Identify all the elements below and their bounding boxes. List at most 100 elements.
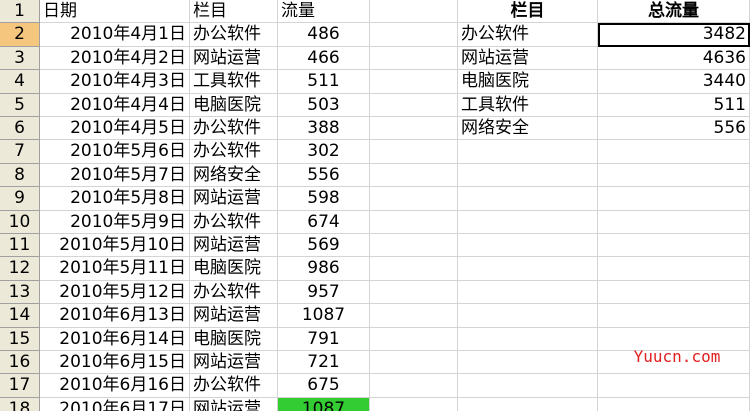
empty-cell[interactable] (370, 257, 458, 281)
summary-total-cell[interactable]: 556 (598, 117, 750, 141)
category-cell[interactable]: 网站运营 (190, 351, 278, 375)
empty-cell[interactable] (370, 140, 458, 164)
empty-cell[interactable] (598, 210, 750, 234)
empty-cell[interactable] (458, 327, 598, 351)
empty-cell[interactable] (598, 397, 750, 411)
traffic-cell[interactable]: 503 (278, 93, 370, 117)
row-header[interactable]: 6 (0, 117, 40, 141)
category-cell[interactable]: 网站运营 (190, 397, 278, 411)
empty-cell[interactable] (458, 397, 598, 411)
empty-cell[interactable] (598, 140, 750, 164)
empty-cell[interactable] (458, 304, 598, 328)
category-cell[interactable]: 电脑医院 (190, 327, 278, 351)
empty-cell[interactable] (598, 374, 750, 398)
empty-cell[interactable] (598, 304, 750, 328)
category-cell[interactable]: 电脑医院 (190, 93, 278, 117)
date-cell[interactable]: 2010年5月7日 (40, 163, 190, 188)
empty-cell[interactable] (598, 163, 750, 188)
category-cell[interactable]: 电脑医院 (190, 257, 278, 281)
row-header[interactable]: 8 (0, 163, 40, 188)
row-header[interactable]: 9 (0, 187, 40, 211)
empty-cell[interactable] (370, 327, 458, 351)
date-cell[interactable]: 2010年4月4日 (40, 93, 190, 117)
empty-cell[interactable] (458, 280, 598, 305)
row-header[interactable]: 13 (0, 280, 40, 305)
summary-category-cell[interactable]: 网站运营 (458, 46, 598, 71)
empty-cell[interactable] (370, 234, 458, 258)
traffic-cell[interactable]: 598 (278, 187, 370, 211)
category-cell[interactable]: 办公软件 (190, 280, 278, 305)
empty-cell[interactable] (370, 117, 458, 141)
traffic-cell[interactable]: 721 (278, 351, 370, 375)
summary-total-cell[interactable]: 3482 (598, 23, 750, 47)
row-header[interactable]: 10 (0, 210, 40, 234)
traffic-column-header[interactable]: 流量 (278, 0, 370, 24)
empty-cell[interactable] (370, 210, 458, 234)
traffic-cell[interactable]: 511 (278, 70, 370, 94)
date-cell[interactable]: 2010年4月3日 (40, 70, 190, 94)
row-header[interactable]: 5 (0, 93, 40, 117)
empty-cell[interactable] (370, 304, 458, 328)
date-cell[interactable]: 2010年5月12日 (40, 280, 190, 305)
date-cell[interactable]: 2010年5月8日 (40, 187, 190, 211)
category-cell[interactable]: 网站运营 (190, 46, 278, 71)
row-header[interactable]: 2 (0, 23, 40, 47)
category-cell[interactable]: 办公软件 (190, 140, 278, 164)
category-column-header[interactable]: 栏目 (190, 0, 278, 24)
empty-cell[interactable] (458, 257, 598, 281)
traffic-cell[interactable]: 675 (278, 374, 370, 398)
row-header[interactable]: 14 (0, 304, 40, 328)
row-header[interactable]: 17 (0, 374, 40, 398)
row-header[interactable]: 12 (0, 257, 40, 281)
traffic-cell[interactable]: 957 (278, 280, 370, 305)
date-cell[interactable]: 2010年4月2日 (40, 46, 190, 71)
date-column-header[interactable]: 日期 (40, 0, 190, 24)
summary-category-cell[interactable]: 电脑医院 (458, 70, 598, 94)
empty-cell[interactable] (598, 257, 750, 281)
summary-total-cell[interactable]: 4636 (598, 46, 750, 71)
category-cell[interactable]: 网站运营 (190, 234, 278, 258)
row-header[interactable]: 1 (0, 0, 40, 24)
date-cell[interactable]: 2010年5月9日 (40, 210, 190, 234)
empty-cell[interactable] (370, 70, 458, 94)
empty-cell[interactable] (370, 351, 458, 375)
traffic-cell[interactable]: 302 (278, 140, 370, 164)
date-cell[interactable]: 2010年5月10日 (40, 234, 190, 258)
empty-cell[interactable] (370, 93, 458, 117)
empty-cell[interactable] (458, 140, 598, 164)
traffic-cell[interactable]: 486 (278, 23, 370, 47)
category-cell[interactable]: 办公软件 (190, 117, 278, 141)
empty-cell[interactable] (370, 374, 458, 398)
row-header[interactable]: 11 (0, 234, 40, 258)
empty-cell[interactable] (458, 210, 598, 234)
summary-total-cell[interactable]: 511 (598, 93, 750, 117)
summary-total-cell[interactable]: 3440 (598, 70, 750, 94)
empty-cell[interactable] (458, 374, 598, 398)
traffic-cell[interactable]: 674 (278, 210, 370, 234)
summary-category-cell[interactable]: 工具软件 (458, 93, 598, 117)
empty-cell[interactable] (598, 234, 750, 258)
date-cell[interactable]: 2010年5月6日 (40, 140, 190, 164)
traffic-cell[interactable]: 569 (278, 234, 370, 258)
empty-cell[interactable] (370, 397, 458, 411)
empty-cell[interactable] (370, 0, 458, 24)
empty-cell[interactable] (458, 351, 598, 375)
category-cell[interactable]: 工具软件 (190, 70, 278, 94)
date-cell[interactable]: 2010年6月16日 (40, 374, 190, 398)
date-cell[interactable]: 2010年6月15日 (40, 351, 190, 375)
empty-cell[interactable] (370, 23, 458, 47)
row-header[interactable]: 16 (0, 351, 40, 375)
empty-cell[interactable] (458, 234, 598, 258)
empty-cell[interactable] (370, 280, 458, 305)
date-cell[interactable]: 2010年6月13日 (40, 304, 190, 328)
category-cell[interactable]: 网站运营 (190, 304, 278, 328)
traffic-cell[interactable]: 466 (278, 46, 370, 71)
row-header[interactable]: 18 (0, 397, 40, 411)
row-header[interactable]: 4 (0, 70, 40, 94)
date-cell[interactable]: 2010年4月5日 (40, 117, 190, 141)
date-cell[interactable]: 2010年6月14日 (40, 327, 190, 351)
empty-cell[interactable] (598, 280, 750, 305)
category-cell[interactable]: 网站运营 (190, 187, 278, 211)
traffic-cell[interactable]: 986 (278, 257, 370, 281)
category-cell[interactable]: 办公软件 (190, 374, 278, 398)
